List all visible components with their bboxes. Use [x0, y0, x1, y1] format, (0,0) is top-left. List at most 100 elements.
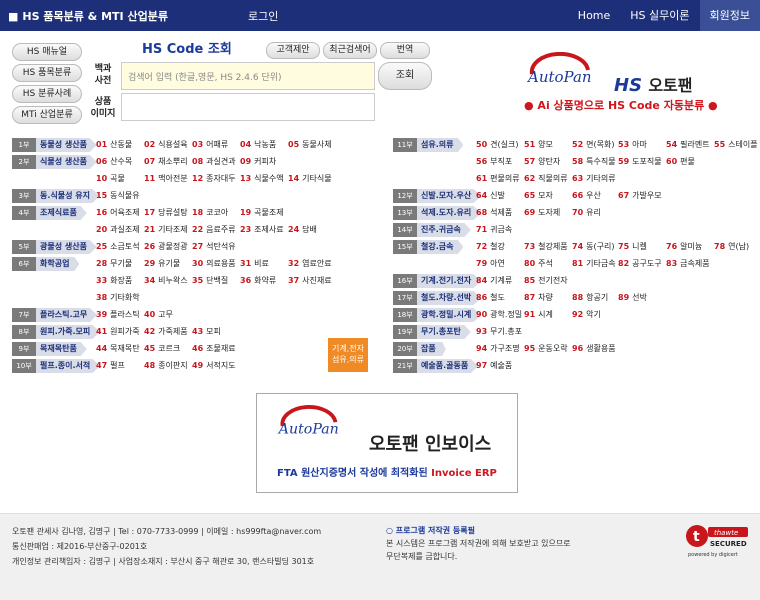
chapter-04[interactable]: 04 낙농품	[240, 138, 276, 152]
section-name[interactable]: 섬유.의류	[417, 138, 464, 152]
chapter-56[interactable]: 56 부직포	[476, 155, 512, 169]
chapter-46[interactable]: 46 조물재료	[192, 342, 236, 356]
section-21부[interactable]: 21부 예술품.골동품	[393, 359, 479, 373]
section-20부[interactable]: 20부 잡품	[393, 342, 446, 356]
section-15부[interactable]: 15부 철강.금속	[393, 240, 464, 254]
section-name[interactable]: 무기.총포탄	[417, 325, 471, 339]
section-10부[interactable]: 10부 펄프.종이.서적	[12, 359, 101, 373]
chapter-94[interactable]: 94 가구조명	[476, 342, 520, 356]
chapter-92[interactable]: 92 악기	[572, 308, 601, 322]
recent-search-button[interactable]: 최근검색어	[323, 42, 377, 59]
chapter-96[interactable]: 96 생활용품	[572, 342, 616, 356]
chapter-35[interactable]: 35 단백질	[192, 274, 228, 288]
side-menu-mti[interactable]: MTi 산업분류	[12, 106, 82, 124]
chapter-61[interactable]: 61 편물의류	[476, 172, 520, 186]
chapter-57[interactable]: 57 양탄자	[524, 155, 560, 169]
section-name[interactable]: 기계.전기.전자	[417, 274, 482, 288]
section-name[interactable]: 펄프.종이.서적	[36, 359, 101, 373]
chapter-50[interactable]: 50 견(실크)	[476, 138, 518, 152]
search-button[interactable]: 조회	[378, 62, 432, 90]
chapter-75[interactable]: 75 니켈	[618, 240, 647, 254]
section-name[interactable]: 철강.금속	[417, 240, 464, 254]
chapter-32[interactable]: 32 염료안료	[288, 257, 332, 271]
chapter-83[interactable]: 83 금속제품	[666, 257, 710, 271]
chapter-30[interactable]: 30 의료용품	[192, 257, 236, 271]
chapter-22[interactable]: 22 음료주류	[192, 223, 236, 237]
section-3부[interactable]: 3부 동.식물성 유지	[12, 189, 100, 203]
chapter-37[interactable]: 37 사진재료	[288, 274, 332, 288]
nav-home[interactable]: Home	[568, 0, 620, 31]
section-name[interactable]: 철도.차량.선박	[417, 291, 482, 305]
chapter-20[interactable]: 20 과실조제	[96, 223, 140, 237]
chapter-59[interactable]: 59 도포직물	[618, 155, 662, 169]
customer-suggest-button[interactable]: 고객제안	[266, 42, 320, 59]
chapter-27[interactable]: 27 석탄석유	[192, 240, 236, 254]
chapter-76[interactable]: 76 알미늄	[666, 240, 702, 254]
chapter-68[interactable]: 68 석제품	[476, 206, 512, 220]
chapter-82[interactable]: 82 공구도구	[618, 257, 662, 271]
chapter-34[interactable]: 34 비누왁스	[144, 274, 188, 288]
chapter-72[interactable]: 72 철강	[476, 240, 505, 254]
product-image-input[interactable]	[121, 93, 375, 121]
chapter-73[interactable]: 73 철강제품	[524, 240, 568, 254]
chapter-18[interactable]: 18 코코아	[192, 206, 228, 220]
chapter-49[interactable]: 49 서적지도	[192, 359, 236, 373]
chapter-69[interactable]: 69 도자제	[524, 206, 560, 220]
chapter-48[interactable]: 48 종이판지	[144, 359, 188, 373]
chapter-09[interactable]: 09 커피차	[240, 155, 276, 169]
chapter-43[interactable]: 43 모피	[192, 325, 221, 339]
chapter-24[interactable]: 24 담배	[288, 223, 317, 237]
chapter-90[interactable]: 90 광학.정밀	[476, 308, 522, 322]
section-name[interactable]: 식물성 생산품	[36, 155, 97, 169]
chapter-85[interactable]: 85 전기전자	[524, 274, 568, 288]
section-13부[interactable]: 13부 석제.도자.유리	[393, 206, 482, 220]
section-5부[interactable]: 5부 광물성 생산품	[12, 240, 97, 254]
section-name[interactable]: 광물성 생산품	[36, 240, 97, 254]
section-6부[interactable]: 6부 화학공업	[12, 257, 80, 271]
chapter-80[interactable]: 80 주석	[524, 257, 553, 271]
chapter-11[interactable]: 11 맥아전분	[144, 172, 188, 186]
chapter-63[interactable]: 63 기타의류	[572, 172, 616, 186]
chapter-52[interactable]: 52 면(목화)	[572, 138, 614, 152]
section-name[interactable]: 화학공업	[36, 257, 80, 271]
section-2부[interactable]: 2부 식물성 생산품	[12, 155, 97, 169]
side-menu-hs-cases[interactable]: HS 분류사례	[12, 85, 82, 103]
translate-button[interactable]: 번역	[380, 42, 430, 59]
chapter-10[interactable]: 10 곡물	[96, 172, 125, 186]
chapter-31[interactable]: 31 비료	[240, 257, 269, 271]
chapter-02[interactable]: 02 식용설육	[144, 138, 188, 152]
chapter-08[interactable]: 08 과실견과	[192, 155, 236, 169]
chapter-19[interactable]: 19 곡물조제	[240, 206, 284, 220]
section-4부[interactable]: 4부 조제식료품	[12, 206, 87, 220]
chapter-71[interactable]: 71 귀금속	[476, 223, 512, 237]
chapter-33[interactable]: 33 화장품	[96, 274, 132, 288]
chapter-64[interactable]: 64 신발	[476, 189, 505, 203]
chapter-67[interactable]: 67 가발우모	[618, 189, 662, 203]
side-menu-hs-manual[interactable]: HS 매뉴얼	[12, 43, 82, 61]
side-menu-hs-classification[interactable]: HS 품목분류	[12, 64, 82, 82]
chapter-26[interactable]: 26 광물정광	[144, 240, 188, 254]
chapter-97[interactable]: 97 예술품	[476, 359, 512, 373]
dictionary-label[interactable]: 백과 사전	[86, 63, 120, 87]
chapter-47[interactable]: 47 펄프	[96, 359, 125, 373]
chapter-25[interactable]: 25 소금토석	[96, 240, 140, 254]
chapter-38[interactable]: 38 기타화학	[96, 291, 140, 305]
chapter-39[interactable]: 39 플라스틱	[96, 308, 140, 322]
section-8부[interactable]: 8부 원피.가죽.모피	[12, 325, 101, 339]
chapter-88[interactable]: 88 항공기	[572, 291, 608, 305]
section-1부[interactable]: 1부 동물성 생산품	[12, 138, 97, 152]
invoice-banner[interactable]: AutoPan 오토팬 인보이스 FTA 원산지증명서 작성에 최적화된 Inv…	[256, 393, 518, 493]
chapter-36[interactable]: 36 화약류	[240, 274, 276, 288]
section-11부[interactable]: 11부 섬유.의류	[393, 138, 464, 152]
section-14부[interactable]: 14부 진주.귀금속	[393, 223, 471, 237]
chapter-03[interactable]: 03 어패류	[192, 138, 228, 152]
chapter-86[interactable]: 86 철도	[476, 291, 505, 305]
chapter-12[interactable]: 12 종자대두	[192, 172, 236, 186]
chapter-44[interactable]: 44 목재목탄	[96, 342, 140, 356]
chapter-84[interactable]: 84 기계류	[476, 274, 512, 288]
chapter-91[interactable]: 91 시계	[524, 308, 553, 322]
chapter-07[interactable]: 07 채소뿌리	[144, 155, 188, 169]
chapter-16[interactable]: 16 어육조제	[96, 206, 140, 220]
chapter-21[interactable]: 21 기타조제	[144, 223, 188, 237]
chapter-81[interactable]: 81 기타금속	[572, 257, 616, 271]
